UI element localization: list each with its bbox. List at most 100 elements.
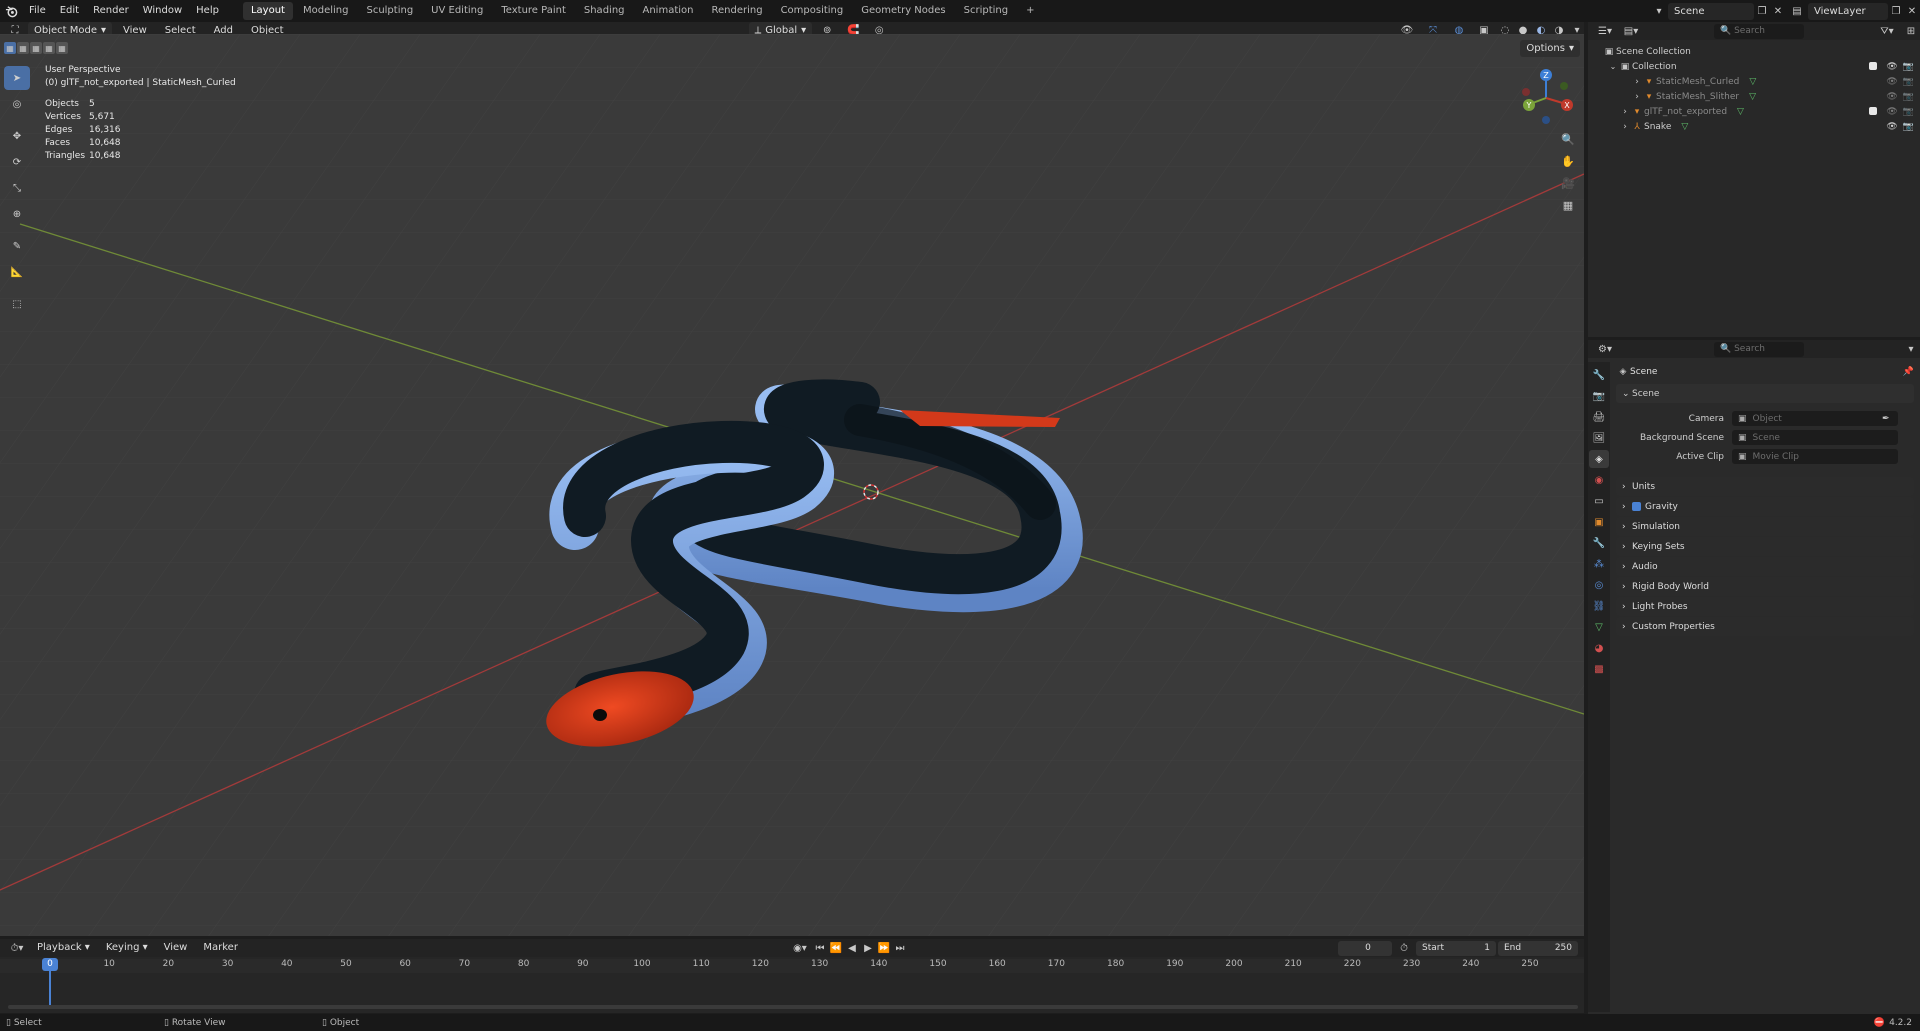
collection-tab-icon[interactable]: ▭	[1589, 492, 1609, 510]
new-scene-icon[interactable]: ❐	[1754, 6, 1770, 17]
3d-viewport[interactable]: ▦ ▦ ▦ ▦ ▦ ➤ ◎ ✥ ⟳ ⤡ ⊕ ✎ 📐 ⬚ User Perspec…	[0, 34, 1584, 936]
add-cube-tool-icon[interactable]: ⬚	[4, 292, 30, 316]
viewport-scene[interactable]	[0, 34, 1584, 936]
collection-render-icon[interactable]: 📷	[1903, 62, 1914, 72]
tab-uv-editing[interactable]: UV Editing	[423, 2, 491, 20]
visibility-toggle-icon[interactable]: 👁	[1886, 107, 1897, 117]
physics-tab-icon[interactable]: ◎	[1589, 576, 1609, 594]
visibility-toggle-icon[interactable]: 👁	[1886, 92, 1897, 102]
render-tab-icon[interactable]: 📷	[1589, 387, 1609, 405]
move-tool-icon[interactable]: ✥	[4, 124, 30, 148]
playback-menu[interactable]: Playback ▾	[30, 937, 97, 959]
delete-view-layer-icon[interactable]: ✕	[1904, 6, 1920, 17]
tab-modeling[interactable]: Modeling	[295, 2, 357, 20]
frame-ruler[interactable]: 0 10 20 30 40 50 60 70 80 90 100 110 120 130 140 150 160…	[0, 959, 1584, 973]
expand-collection-icon[interactable]: ⌄	[1608, 62, 1618, 71]
playhead-frame-badge[interactable]: 0	[42, 958, 58, 971]
expand-item-icon[interactable]: ›	[1620, 107, 1630, 117]
delete-scene-icon[interactable]: ✕	[1770, 6, 1786, 17]
scene-tab-icon[interactable]: ◈	[1589, 450, 1609, 468]
tab-shading[interactable]: Shading	[576, 2, 633, 20]
add-workspace-button[interactable]: +	[1018, 2, 1042, 20]
preview-range-icon[interactable]: ⏱	[1394, 943, 1414, 954]
tab-texture-paint[interactable]: Texture Paint	[493, 2, 574, 20]
collection-exclude-checkbox[interactable]	[1869, 61, 1878, 70]
outliner-editor-icon[interactable]: ☰▾	[1594, 26, 1616, 37]
tab-sculpting[interactable]: Sculpting	[358, 2, 421, 20]
scene-panel-header[interactable]: ⌄ Scene	[1616, 384, 1914, 403]
start-frame-field[interactable]: Start 1	[1416, 940, 1496, 956]
material-tab-icon[interactable]: ◕	[1589, 639, 1609, 657]
scene-collection-row[interactable]: ▣ Scene Collection	[1588, 44, 1920, 59]
particles-tab-icon[interactable]: ⁂	[1589, 555, 1609, 573]
new-collection-icon[interactable]: ⊞	[1902, 26, 1920, 37]
keying-menu[interactable]: Keying ▾	[99, 937, 155, 959]
gravity-panel[interactable]: › Gravity	[1616, 497, 1914, 516]
data-tab-icon[interactable]: ▽	[1589, 618, 1609, 636]
visibility-toggle-icon[interactable]: 👁	[1886, 77, 1897, 87]
constraints-tab-icon[interactable]: ⛓	[1589, 597, 1609, 615]
tab-layout[interactable]: Layout	[242, 2, 293, 20]
outliner-item[interactable]: › ▾ glTF_not_exported ▽ 👁 📷	[1588, 104, 1920, 119]
view-layer-tab-icon[interactable]: 🖼	[1589, 429, 1609, 447]
collection-row[interactable]: ⌄ ▣ Collection 👁 📷	[1588, 59, 1920, 74]
units-panel[interactable]: › Units	[1616, 477, 1914, 496]
scene-selector[interactable]: Scene	[1668, 2, 1754, 20]
current-frame-field[interactable]: 0	[1338, 940, 1392, 956]
output-tab-icon[interactable]: 🖨	[1589, 408, 1609, 426]
outliner-search-field[interactable]: 🔍 Search	[1714, 23, 1804, 39]
tab-compositing[interactable]: Compositing	[773, 2, 852, 20]
outliner-item[interactable]: › ⅄ Snake ▽ 👁 📷	[1588, 119, 1920, 134]
audio-panel[interactable]: › Audio	[1616, 557, 1914, 576]
render-toggle-icon[interactable]: 📷	[1903, 77, 1914, 87]
tab-scripting[interactable]: Scripting	[956, 2, 1016, 20]
display-mode-icon[interactable]: ▤▾	[1620, 26, 1642, 37]
rigid-body-world-panel[interactable]: › Rigid Body World	[1616, 577, 1914, 596]
eyedropper-icon[interactable]: ✒	[1882, 414, 1890, 424]
filter-icon[interactable]: ⛛▾	[1876, 26, 1898, 37]
timeline-scrollbar[interactable]	[8, 1005, 1578, 1009]
tab-geometry-nodes[interactable]: Geometry Nodes	[853, 2, 953, 20]
navigation-gizmo[interactable]: Z X Y	[1518, 68, 1578, 128]
menu-edit[interactable]: Edit	[53, 0, 86, 22]
expand-item-icon[interactable]: ›	[1620, 122, 1630, 132]
end-frame-field[interactable]: End 250	[1498, 940, 1578, 956]
timeline-view-menu[interactable]: View	[157, 937, 195, 959]
properties-options-icon[interactable]: ▾	[1902, 344, 1920, 355]
view-layer-selector[interactable]: ViewLayer	[1808, 2, 1888, 20]
annotate-tool-icon[interactable]: ✎	[4, 234, 30, 258]
scene-browse-icon[interactable]: ▾	[1650, 6, 1668, 17]
new-view-layer-icon[interactable]: ❐	[1888, 6, 1904, 17]
select-subtract-icon[interactable]: ▦	[30, 42, 42, 54]
exclude-checkbox[interactable]	[1869, 106, 1878, 115]
scale-tool-icon[interactable]: ⤡	[4, 176, 30, 200]
outliner-item[interactable]: › ▾ StaticMesh_Slither ▽ 👁 📷	[1588, 89, 1920, 104]
render-toggle-icon[interactable]: 📷	[1903, 92, 1914, 102]
auto-keying-icon[interactable]: ◉▾	[789, 943, 811, 954]
outliner-item[interactable]: › ▾ StaticMesh_Curled ▽ 👁 📷	[1588, 74, 1920, 89]
play-reverse-icon[interactable]: ◀	[845, 943, 859, 954]
visibility-toggle-icon[interactable]: 👁	[1886, 122, 1897, 132]
blender-logo-icon[interactable]	[0, 0, 22, 22]
pan-hand-icon[interactable]: ✋	[1559, 152, 1577, 170]
tab-rendering[interactable]: Rendering	[703, 2, 770, 20]
rotate-tool-icon[interactable]: ⟳	[4, 150, 30, 174]
select-invert-icon[interactable]: ▦	[43, 42, 55, 54]
properties-search-field[interactable]: 🔍 Search	[1714, 341, 1804, 357]
texture-tab-icon[interactable]: ▩	[1589, 660, 1609, 678]
play-icon[interactable]: ▶	[861, 943, 875, 954]
modifier-tab-icon[interactable]: 🔧	[1589, 534, 1609, 552]
menu-file[interactable]: File	[22, 0, 53, 22]
gravity-checkbox[interactable]	[1632, 502, 1641, 511]
simulation-panel[interactable]: › Simulation	[1616, 517, 1914, 536]
active-clip-field[interactable]: ▣ Movie Clip	[1732, 449, 1898, 464]
object-tab-icon[interactable]: ▣	[1589, 513, 1609, 531]
jump-start-icon[interactable]: ⏮	[813, 943, 827, 954]
options-button[interactable]: Options ▾	[1520, 40, 1580, 57]
camera-field[interactable]: ▣ Object	[1732, 411, 1898, 426]
zoom-icon[interactable]: 🔍	[1559, 130, 1577, 148]
jump-keyframe-forward-icon[interactable]: ⏩	[877, 943, 891, 954]
view-layer-icon[interactable]: ▤	[1786, 6, 1808, 17]
collection-visibility-icon[interactable]: 👁	[1886, 62, 1897, 72]
custom-properties-panel[interactable]: › Custom Properties	[1616, 617, 1914, 636]
